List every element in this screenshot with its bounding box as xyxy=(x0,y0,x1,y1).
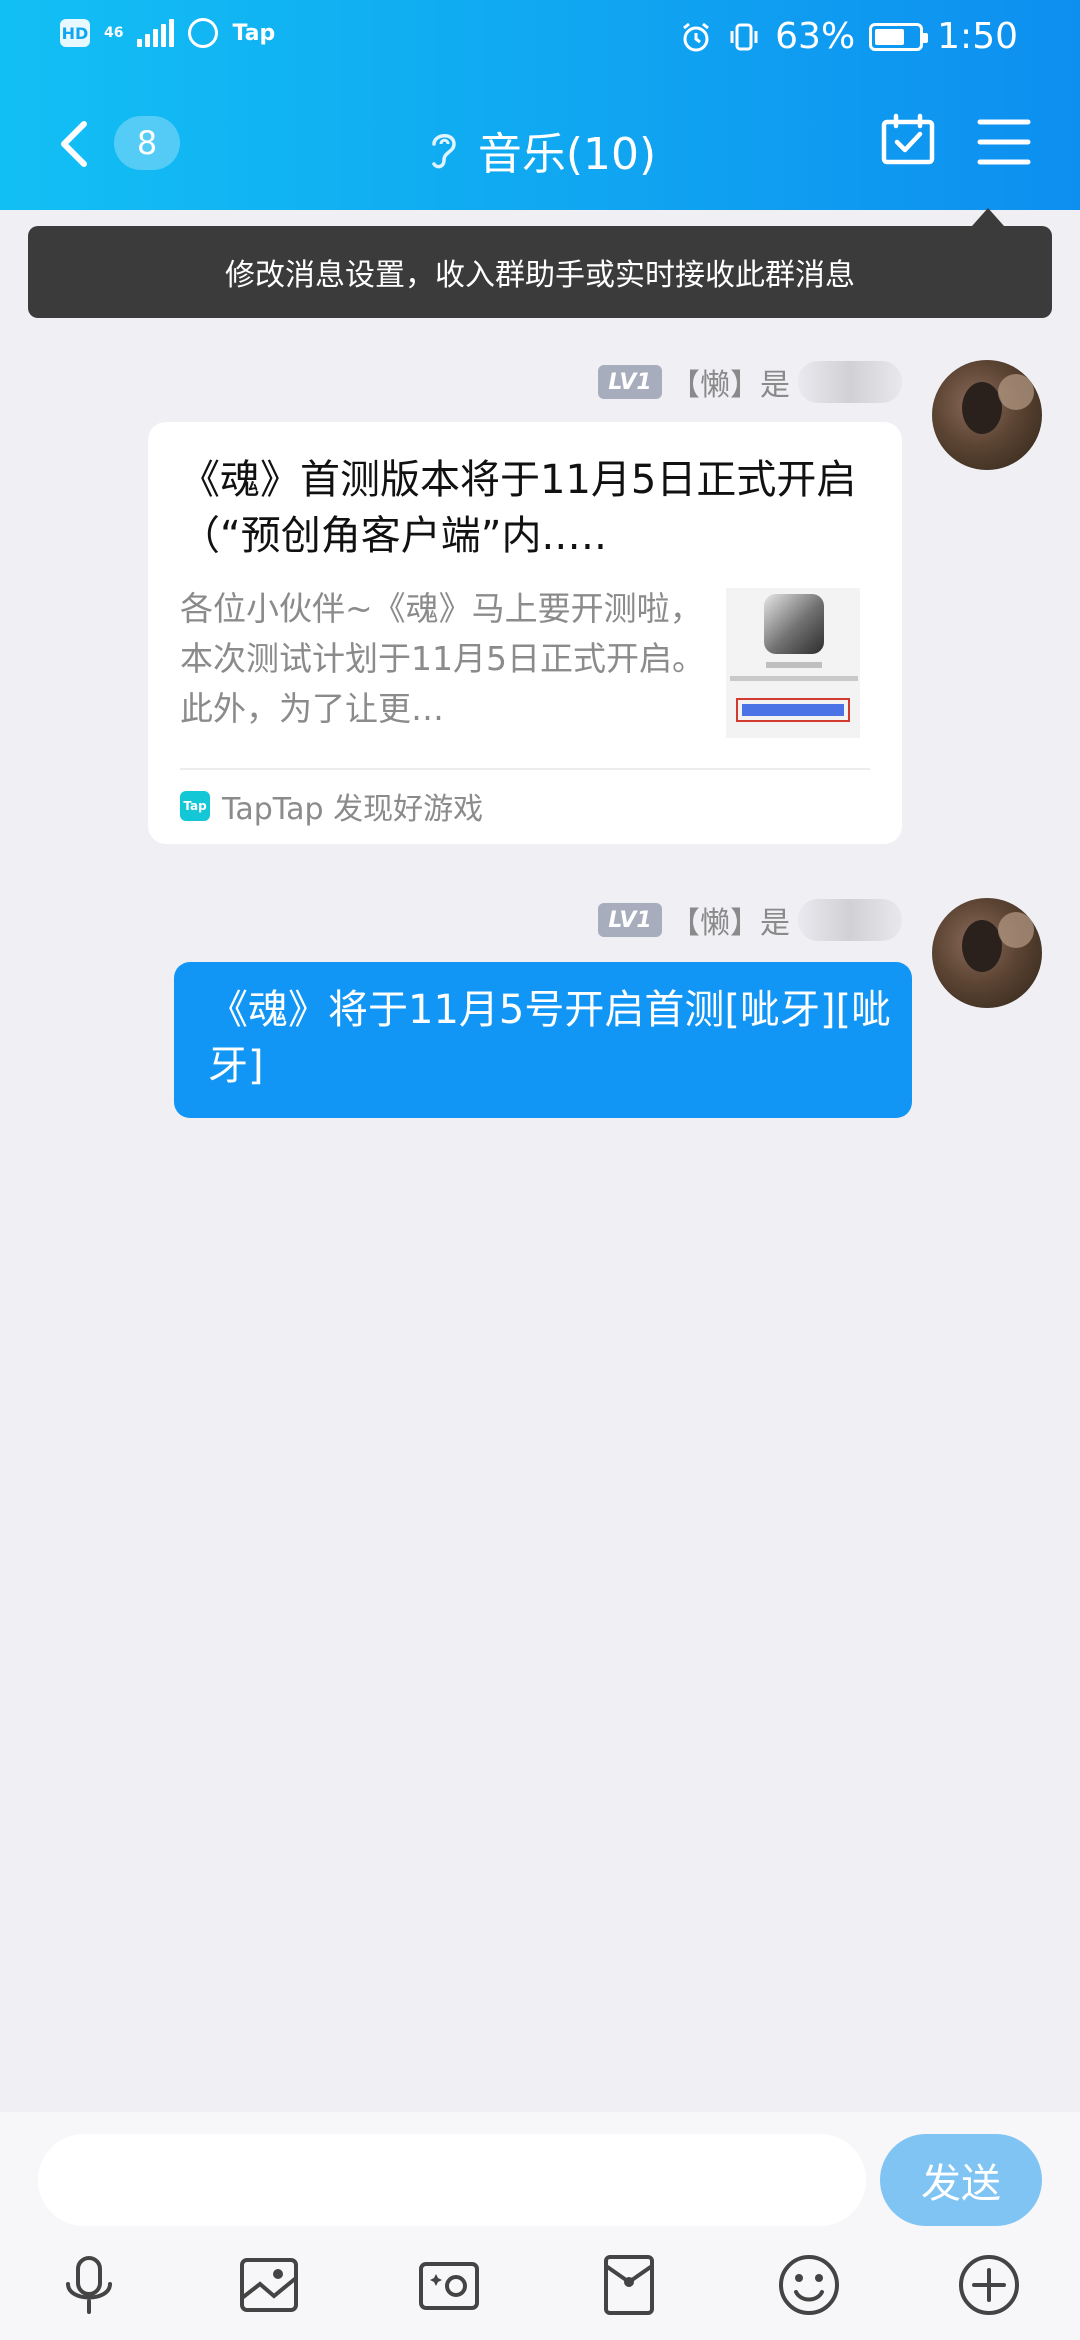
avatar[interactable] xyxy=(932,898,1042,1008)
hand-icon xyxy=(188,18,219,48)
tooltip-text: 修改消息设置，收入群助手或实时接收此群消息 xyxy=(225,258,855,293)
card-divider xyxy=(180,768,870,770)
avatar[interactable] xyxy=(932,360,1042,470)
card-source: Tap TapTap 发现好游戏 xyxy=(180,784,483,828)
hd-icon: HD xyxy=(60,19,90,47)
message-settings-tooltip[interactable]: 修改消息设置，收入群助手或实时接收此群消息 xyxy=(28,226,1052,318)
level-badge: LV1 xyxy=(598,365,662,399)
input-bar: 发送 xyxy=(0,2112,1080,2228)
red-packet-icon[interactable] xyxy=(596,2252,662,2318)
signal-icon xyxy=(137,19,175,47)
tooltip-arrow xyxy=(972,208,1004,226)
send-button[interactable]: 发送 xyxy=(880,2134,1042,2226)
status-bar: HD 46 Tap 63% 1:50 xyxy=(0,0,1080,72)
emoji-icon[interactable] xyxy=(776,2252,842,2318)
card-source-label: TapTap 发现好游戏 xyxy=(222,792,484,827)
taptap-logo-icon: Tap xyxy=(180,791,210,821)
vibrate-icon xyxy=(730,23,758,50)
blurred-name xyxy=(798,361,902,403)
sender-name: 【懒】是 xyxy=(670,368,790,403)
sender-name: 【懒】是 xyxy=(670,906,790,941)
ear-icon xyxy=(432,134,456,169)
level-badge: LV1 xyxy=(598,903,662,937)
blurred-name xyxy=(798,899,902,941)
message-bubble[interactable]: 《魂》将于11月5号开启首测[呲牙][呲牙] xyxy=(174,962,912,1118)
card-description: 各位小伙伴~《魂》马上要开测啦，本次测试计划于11月5日正式开启。此外，为了让更… xyxy=(180,589,705,728)
message-input[interactable] xyxy=(38,2134,866,2226)
alarm-icon xyxy=(683,22,710,51)
battery-icon xyxy=(869,22,929,51)
menu-icon[interactable] xyxy=(976,114,1032,170)
microphone-icon[interactable] xyxy=(56,2252,122,2318)
sender-info: LV1 【懒】是 xyxy=(598,898,902,942)
camera-icon[interactable] xyxy=(416,2252,482,2318)
clock-time: 1:50 xyxy=(937,16,1018,57)
card-thumbnail xyxy=(726,588,860,738)
card-title: 《魂》首测版本将于11月5日正式开启（“预创角客户端”内.…. xyxy=(180,457,857,559)
sender-info: LV1 【懒】是 xyxy=(598,360,902,404)
link-card[interactable]: 《魂》首测版本将于11月5日正式开启（“预创角客户端”内.…. 各位小伙伴~《魂… xyxy=(148,422,902,844)
network-type: 46 xyxy=(104,25,124,41)
image-icon[interactable] xyxy=(236,2252,302,2318)
plus-icon[interactable] xyxy=(956,2252,1022,2318)
bottom-toolbar xyxy=(0,2228,1080,2340)
tap-app-tag: Tap xyxy=(232,20,276,46)
battery-percent: 63% xyxy=(775,16,856,57)
title-bar: 8 音乐(10) xyxy=(0,100,1080,190)
calendar-check-icon[interactable] xyxy=(880,112,936,168)
message-text: 《魂》将于11月5号开启首测[呲牙][呲牙] xyxy=(208,987,892,1089)
header-bar: HD 46 Tap 63% 1:50 8 音乐(10) xyxy=(0,0,1080,210)
chat-title: 音乐(10) xyxy=(477,129,657,180)
